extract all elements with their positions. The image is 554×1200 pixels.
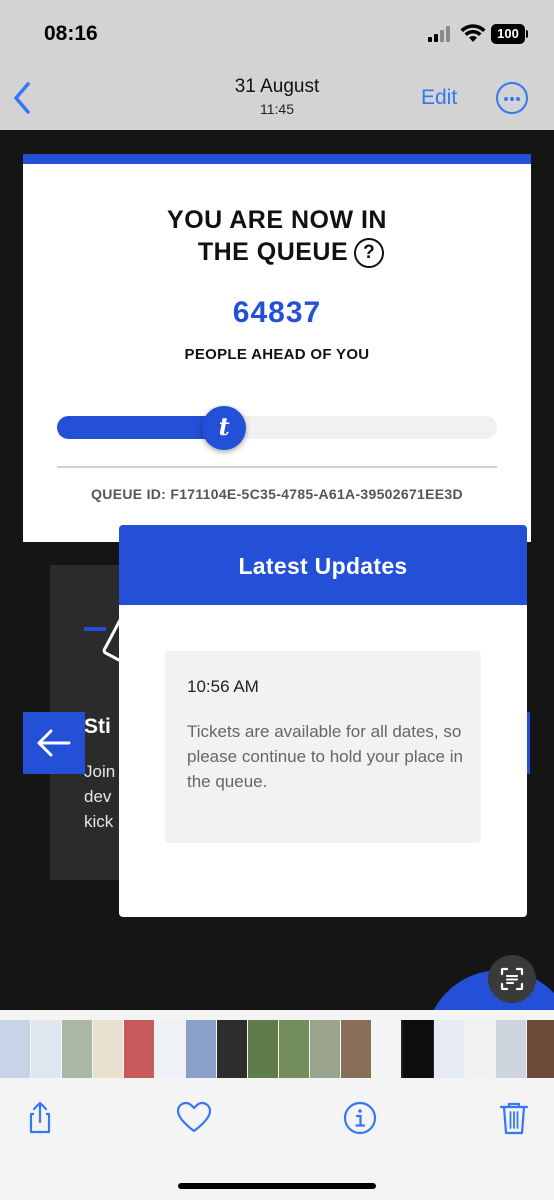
queue-card: YOU ARE NOW IN THE QUEUE? 64837 PEOPLE A… xyxy=(23,154,531,542)
update-time: 10:56 AM xyxy=(187,677,259,696)
photo-date: 31 August xyxy=(234,76,320,97)
photo-filmstrip[interactable] xyxy=(0,1010,554,1088)
more-options-icon[interactable] xyxy=(496,82,528,114)
background-card-text-line: kick xyxy=(84,812,114,831)
latest-updates-panel: Latest Updates 10:56 AM Tickets are avai… xyxy=(119,525,527,917)
photo-thumbnail[interactable] xyxy=(310,1020,340,1078)
people-ahead-label: PEOPLE AHEAD OF YOU xyxy=(184,346,370,363)
photo-thumbnail[interactable] xyxy=(93,1020,123,1078)
queue-id: QUEUE ID: F171104E-5C35-4785-A61A-395026… xyxy=(91,486,463,502)
latest-updates-header: Latest Updates xyxy=(119,525,527,605)
heart-icon[interactable] xyxy=(174,1098,214,1138)
thumbnail-strip[interactable] xyxy=(0,1020,554,1078)
photo-thumbnail[interactable] xyxy=(372,1020,402,1078)
divider xyxy=(57,466,497,468)
edit-button[interactable]: Edit xyxy=(421,86,457,110)
arrow-left-icon xyxy=(37,729,71,757)
photo-thumbnail[interactable] xyxy=(496,1020,526,1078)
photo-thumbnail[interactable] xyxy=(217,1020,247,1078)
photo-nav-bar: 31 August 11:45 Edit xyxy=(0,64,554,130)
background-card-text-line: Join xyxy=(84,762,116,781)
people-ahead-count: 64837 xyxy=(232,296,322,329)
screenshot-photo: YOU ARE NOW IN THE QUEUE? 64837 PEOPLE A… xyxy=(0,130,554,1010)
queue-title-line2: THE QUEUE? xyxy=(23,236,531,269)
queue-title: YOU ARE NOW IN THE QUEUE? xyxy=(23,204,531,269)
photo-thumbnail[interactable] xyxy=(0,1020,30,1078)
share-icon[interactable] xyxy=(20,1098,60,1138)
battery-icon: 100 xyxy=(491,24,528,44)
queue-progress-fill xyxy=(57,416,225,439)
photo-thumbnail[interactable] xyxy=(124,1020,154,1078)
update-item: 10:56 AM Tickets are available for all d… xyxy=(165,651,481,843)
help-icon[interactable]: ? xyxy=(354,238,385,269)
status-bar: 08:16 100 xyxy=(0,0,554,64)
wifi-icon xyxy=(460,24,486,42)
photo-thumbnail[interactable] xyxy=(465,1020,495,1078)
photo-toolbar xyxy=(0,1088,554,1200)
trash-icon[interactable] xyxy=(494,1098,534,1138)
photo-thumbnail[interactable] xyxy=(62,1020,92,1078)
photo-thumbnail[interactable] xyxy=(527,1020,554,1078)
photo-thumbnail[interactable] xyxy=(248,1020,278,1078)
photo-thumbnail[interactable] xyxy=(31,1020,61,1078)
photo-thumbnail[interactable] xyxy=(341,1020,371,1078)
photo-thumbnail[interactable] xyxy=(279,1020,309,1078)
home-indicator xyxy=(178,1183,376,1189)
live-text-icon xyxy=(500,967,524,991)
info-icon[interactable] xyxy=(340,1098,380,1138)
ticketmaster-logo-icon: t xyxy=(202,406,247,450)
update-text: Tickets are available for all dates, so … xyxy=(187,722,463,791)
photo-thumbnail[interactable] xyxy=(186,1020,216,1078)
photo-thumbnail[interactable] xyxy=(434,1020,464,1078)
background-card-text: Join dev kick xyxy=(84,759,115,834)
queue-progress-bar: t xyxy=(57,406,497,450)
queue-title-line2-text: THE QUEUE xyxy=(197,238,349,266)
queue-title-line1: YOU ARE NOW IN xyxy=(167,206,387,234)
photo-thumbnail[interactable] xyxy=(401,1020,435,1078)
background-card-text-line: dev xyxy=(84,787,112,806)
carousel-prev-button[interactable] xyxy=(23,712,85,774)
accent-dash xyxy=(84,627,106,631)
status-time: 08:16 xyxy=(44,22,98,45)
cellular-signal-icon xyxy=(428,26,454,42)
live-text-button[interactable] xyxy=(488,955,536,1003)
background-card-heading: Sti xyxy=(84,715,111,738)
photo-time: 11:45 xyxy=(260,101,294,117)
photo-thumbnail[interactable] xyxy=(155,1020,185,1078)
